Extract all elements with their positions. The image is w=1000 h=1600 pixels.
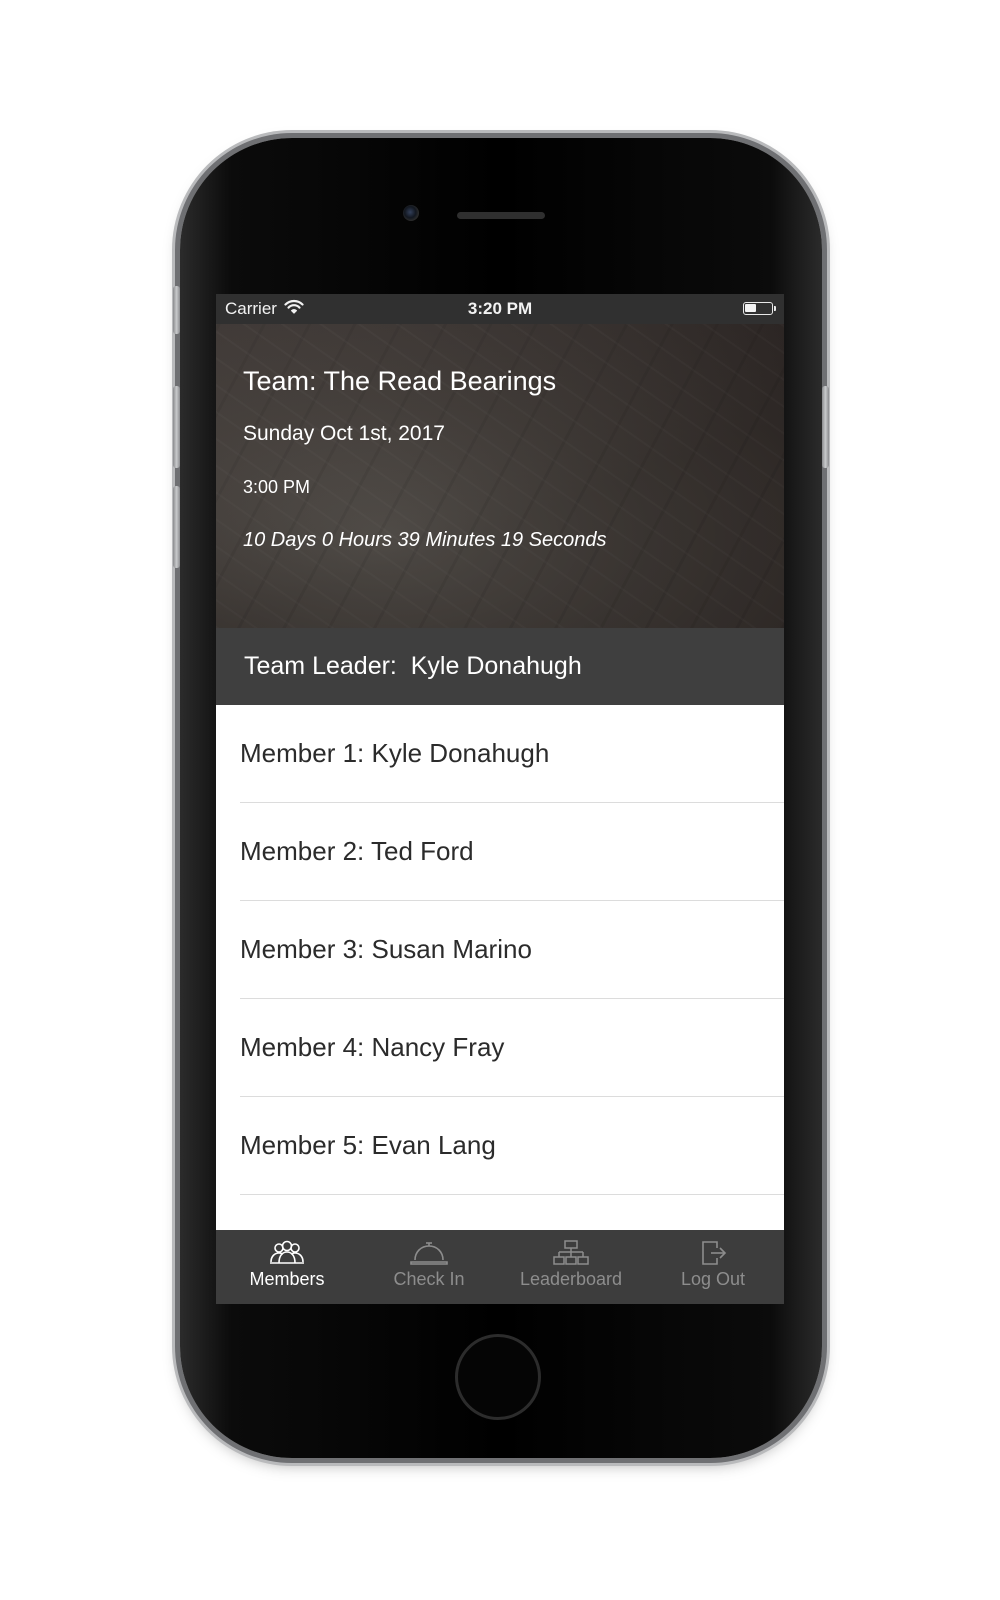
event-time: 3:00 PM — [243, 477, 311, 497]
list-item[interactable]: Member 2: Ted Ford — [240, 803, 784, 901]
tab-check-in[interactable]: Check In — [358, 1230, 500, 1304]
team-name: Team: The Read Bearings — [243, 366, 557, 396]
member-name: Member 2: Ted Ford — [240, 836, 474, 866]
member-name: Member 3: Susan Marino — [240, 934, 532, 964]
silent-switch — [173, 286, 180, 334]
list-item[interactable]: Member 3: Susan Marino — [240, 901, 784, 999]
status-time: 3:20 PM — [467, 299, 533, 318]
bell-icon — [409, 1240, 449, 1269]
hierarchy-icon — [551, 1240, 591, 1269]
volume-down-button — [173, 486, 180, 568]
volume-up-button — [173, 386, 180, 468]
member-name: Member 4: Nancy Fray — [240, 1032, 505, 1062]
member-name: Member 1: Kyle Donahugh — [240, 738, 550, 768]
tab-log-out[interactable]: Log Out — [642, 1230, 784, 1304]
battery-level — [745, 304, 756, 312]
list-item[interactable]: Member 1: Kyle Donahugh — [240, 705, 784, 803]
team-leader-bar: Team Leader: Kyle Donahugh — [216, 628, 784, 705]
tab-label: Leaderboard — [519, 1269, 623, 1289]
tab-bar: Members Check In Leaderboard Log Out — [216, 1230, 784, 1304]
tab-label: Check In — [393, 1269, 465, 1289]
tab-members[interactable]: Members — [216, 1230, 358, 1304]
front-camera — [403, 205, 419, 221]
logout-icon — [693, 1240, 733, 1269]
team-leader-label: Team Leader: Kyle Donahugh — [244, 652, 582, 680]
countdown-timer: 10 Days 0 Hours 39 Minutes 19 Seconds — [243, 529, 607, 551]
status-bar: Carrier 3:20 PM — [216, 294, 784, 324]
app-screen: Carrier 3:20 PM Team: The Read Bearings … — [216, 294, 784, 1304]
home-button[interactable] — [455, 1334, 541, 1420]
battery-icon — [743, 302, 776, 315]
list-item[interactable]: Member 4: Nancy Fray — [240, 999, 784, 1097]
tab-label: Members — [249, 1269, 325, 1289]
list-item[interactable]: Member 5: Evan Lang — [240, 1097, 784, 1195]
earpiece-speaker — [457, 212, 545, 219]
event-date: Sunday Oct 1st, 2017 — [243, 422, 445, 445]
power-button — [822, 386, 829, 468]
member-name: Member 5: Evan Lang — [240, 1130, 496, 1160]
member-list: Member 1: Kyle Donahugh Member 2: Ted Fo… — [216, 705, 784, 1195]
tab-leaderboard[interactable]: Leaderboard — [500, 1230, 642, 1304]
tab-label: Log Out — [680, 1269, 746, 1289]
members-icon — [267, 1240, 307, 1269]
event-header: Team: The Read Bearings Sunday Oct 1st, … — [216, 324, 784, 628]
